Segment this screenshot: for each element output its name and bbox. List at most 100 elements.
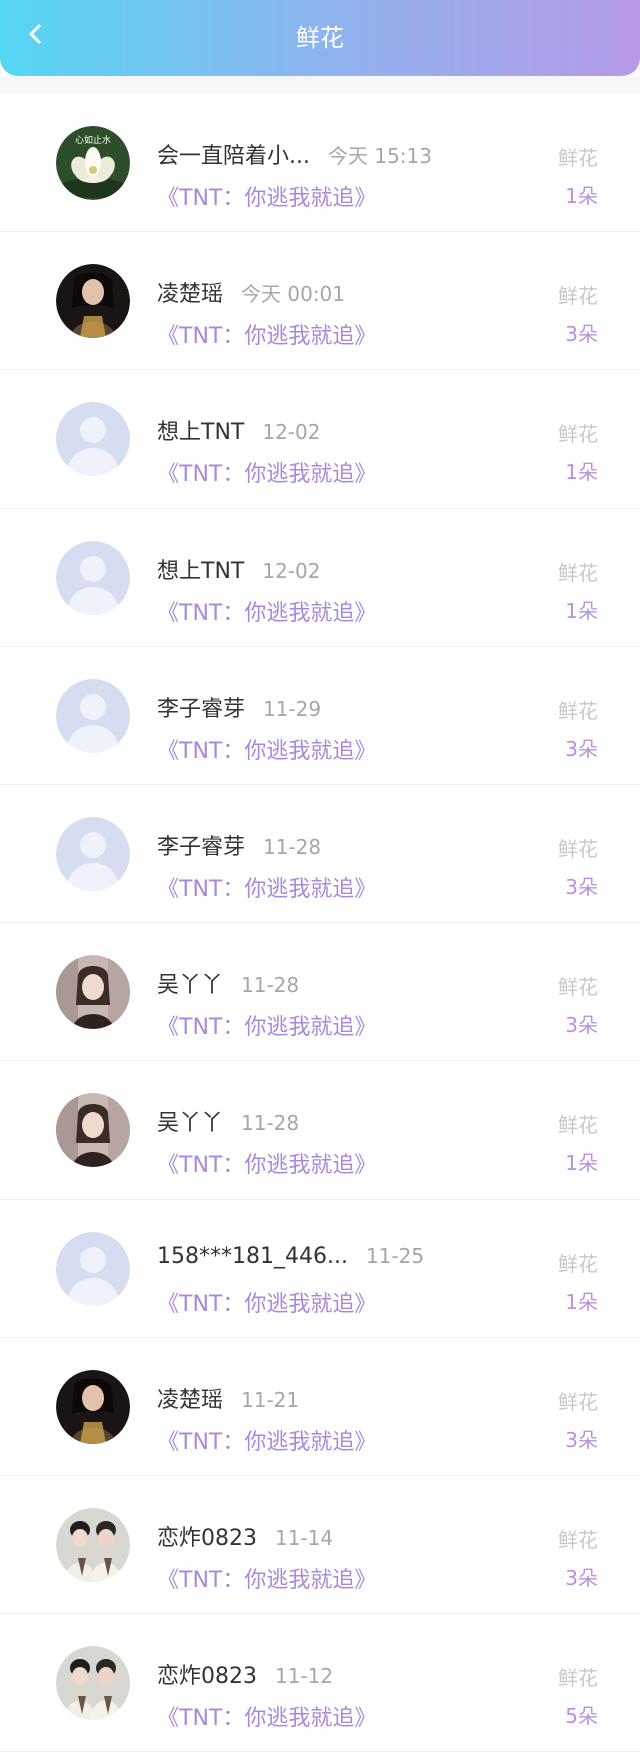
timestamp: 11-21: [241, 1387, 300, 1412]
list-item[interactable]: 想上TNT 12-02 《TNT：你逃我就追》 鲜花 1朵: [0, 370, 640, 509]
gift-count: 1朵: [565, 184, 598, 208]
avatar[interactable]: [56, 678, 130, 753]
list-item[interactable]: 158***181_446... 11-25 《TNT：你逃我就追》 鲜花 1朵: [0, 1200, 640, 1338]
gift-type-label: 鲜花: [558, 422, 598, 447]
book-title-link[interactable]: 《TNT：你逃我就追》: [157, 180, 376, 212]
gift-type-label: 鲜花: [558, 698, 598, 723]
name-time-line: 158***181_446... 11-25: [157, 1244, 424, 1269]
avatar[interactable]: [56, 1231, 130, 1306]
timestamp: 11-29: [263, 696, 322, 721]
gift-type-label: 鲜花: [558, 146, 598, 170]
book-title-link[interactable]: 《TNT：你逃我就追》: [157, 1286, 376, 1318]
name-time-line: 吴丫丫 11-28: [157, 967, 299, 999]
user-name[interactable]: 想上TNT: [157, 553, 244, 585]
gift-count: 5朵: [565, 1704, 598, 1729]
list-item[interactable]: 李子睿芽 11-29 《TNT：你逃我就追》 鲜花 3朵: [0, 647, 640, 785]
name-time-line: 凌楚瑶 今天 00:01: [157, 276, 345, 308]
gift-count: 1朵: [565, 1289, 598, 1314]
gift-type-label: 鲜花: [558, 1113, 598, 1138]
book-title-link[interactable]: 《TNT：你逃我就追》: [157, 1424, 376, 1456]
book-title-link[interactable]: 《TNT：你逃我就追》: [157, 456, 376, 488]
gift-count: 3朵: [565, 1427, 598, 1452]
book-title-link[interactable]: 《TNT：你逃我就追》: [157, 1009, 376, 1041]
user-name[interactable]: 吴丫丫: [157, 967, 223, 999]
avatar[interactable]: [56, 1369, 130, 1444]
name-time-line: 恋炸0823 11-14: [157, 1520, 333, 1552]
gift-count: 1朵: [565, 598, 598, 623]
avatar[interactable]: [56, 816, 130, 891]
avatar[interactable]: [56, 402, 130, 477]
name-time-line: 吴丫丫 11-28: [157, 1105, 299, 1137]
timestamp: 11-28: [241, 1111, 300, 1136]
gift-type-label: 鲜花: [558, 1251, 598, 1276]
book-title-link[interactable]: 《TNT：你逃我就追》: [157, 1147, 376, 1179]
user-name[interactable]: 恋炸0823: [157, 1658, 257, 1690]
list-item[interactable]: 心如止水 会一直陪着小... 今天 15:13 《TNT：你逃我就追》 鲜花 1…: [0, 94, 640, 233]
avatar[interactable]: [56, 264, 130, 339]
name-time-line: 李子睿芽 11-29: [157, 691, 321, 723]
name-time-line: 李子睿芽 11-28: [157, 829, 321, 861]
gift-type-label: 鲜花: [558, 560, 598, 585]
avatar[interactable]: [56, 955, 130, 1030]
timestamp: 今天 15:13: [327, 144, 432, 168]
timestamp: 11-25: [365, 1243, 425, 1268]
timestamp: 12-02: [262, 558, 321, 583]
gift-count: 3朵: [565, 1013, 598, 1038]
avatar[interactable]: [56, 1646, 130, 1721]
user-name[interactable]: 会一直陪着小...: [157, 138, 310, 170]
book-title-link[interactable]: 《TNT：你逃我就追》: [157, 1700, 376, 1732]
timestamp: 11-28: [241, 973, 300, 998]
avatar[interactable]: 心如止水: [56, 126, 130, 200]
avatar[interactable]: [56, 1507, 130, 1582]
flower-record-list: 心如止水 会一直陪着小... 今天 15:13 《TNT：你逃我就追》 鲜花 1…: [0, 94, 640, 1753]
timestamp: 11-14: [275, 1525, 334, 1550]
user-name[interactable]: 恋炸0823: [157, 1520, 257, 1552]
name-time-line: 会一直陪着小... 今天 15:13: [157, 138, 432, 170]
gift-type-label: 鲜花: [558, 836, 598, 861]
user-name[interactable]: 158***181_446...: [157, 1244, 348, 1269]
user-name[interactable]: 李子睿芽: [157, 691, 245, 723]
list-item[interactable]: 凌楚瑶 今天 00:01 《TNT：你逃我就追》 鲜花 3朵: [0, 232, 640, 371]
gift-type-label: 鲜花: [558, 975, 598, 1000]
gift-count: 3朵: [565, 736, 598, 761]
list-item[interactable]: 恋炸0823 11-12 《TNT：你逃我就追》 鲜花 5朵: [0, 1614, 640, 1753]
timestamp: 11-28: [263, 834, 322, 859]
gift-type-label: 鲜花: [558, 284, 598, 309]
header-gap: [0, 76, 640, 94]
gift-count: 3朵: [565, 322, 598, 347]
timestamp: 12-02: [262, 420, 321, 445]
app-header: 鲜花: [0, 0, 640, 76]
gift-count: 1朵: [565, 460, 598, 485]
user-name[interactable]: 凌楚瑶: [157, 1382, 223, 1414]
gift-count: 3朵: [565, 1565, 598, 1590]
user-name[interactable]: 凌楚瑶: [157, 276, 223, 308]
user-name[interactable]: 吴丫丫: [157, 1105, 223, 1137]
user-name[interactable]: 想上TNT: [157, 414, 244, 446]
book-title-link[interactable]: 《TNT：你逃我就追》: [157, 733, 376, 765]
gift-count: 1朵: [565, 1151, 598, 1176]
gift-type-label: 鲜花: [558, 1666, 598, 1691]
list-item[interactable]: 吴丫丫 11-28 《TNT：你逃我就追》 鲜花 1朵: [0, 1061, 640, 1200]
name-time-line: 恋炸0823 11-12: [157, 1658, 333, 1690]
svg-text:心如止水: 心如止水: [75, 134, 111, 146]
book-title-link[interactable]: 《TNT：你逃我就追》: [157, 595, 376, 627]
name-time-line: 想上TNT 12-02: [157, 414, 320, 446]
avatar[interactable]: [56, 1093, 130, 1168]
page-title: 鲜花: [296, 24, 344, 52]
list-item[interactable]: 凌楚瑶 11-21 《TNT：你逃我就追》 鲜花 3朵: [0, 1338, 640, 1476]
gift-type-label: 鲜花: [558, 1389, 598, 1414]
book-title-link[interactable]: 《TNT：你逃我就追》: [157, 871, 376, 903]
name-time-line: 想上TNT 12-02: [157, 553, 320, 585]
list-item[interactable]: 吴丫丫 11-28 《TNT：你逃我就追》 鲜花 3朵: [0, 923, 640, 1062]
gift-type-label: 鲜花: [558, 1527, 598, 1552]
timestamp: 今天 00:01: [241, 282, 346, 307]
name-time-line: 凌楚瑶 11-21: [157, 1382, 299, 1414]
list-item[interactable]: 恋炸0823 11-14 《TNT：你逃我就追》 鲜花 3朵: [0, 1476, 640, 1615]
user-name[interactable]: 李子睿芽: [157, 829, 245, 861]
list-item[interactable]: 李子睿芽 11-28 《TNT：你逃我就追》 鲜花 3朵: [0, 785, 640, 924]
avatar[interactable]: [56, 540, 130, 615]
book-title-link[interactable]: 《TNT：你逃我就追》: [157, 1562, 376, 1594]
timestamp: 11-12: [275, 1664, 334, 1689]
book-title-link[interactable]: 《TNT：你逃我就追》: [157, 318, 376, 350]
list-item[interactable]: 想上TNT 12-02 《TNT：你逃我就追》 鲜花 1朵: [0, 509, 640, 647]
